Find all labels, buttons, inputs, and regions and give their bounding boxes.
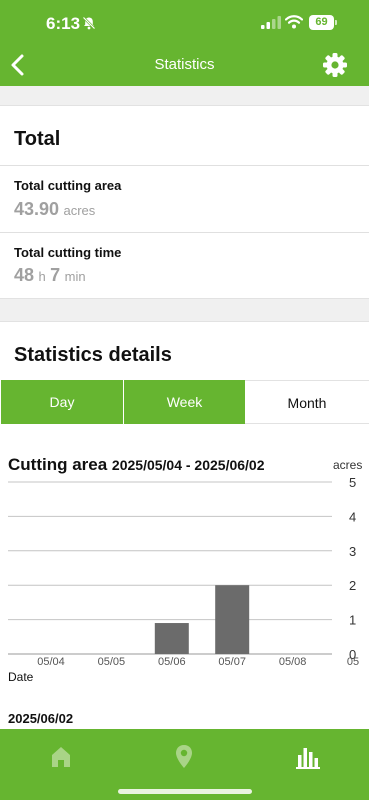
chart-x-label: Date <box>8 670 34 684</box>
bar-chart-icon[interactable] <box>287 737 327 777</box>
time-hours-unit: h <box>38 269 46 284</box>
divider <box>0 165 369 166</box>
segment-month[interactable]: Month <box>245 380 369 424</box>
y-tick-label: 2 <box>349 578 356 593</box>
home-icon[interactable] <box>41 737 81 777</box>
battery-indicator: 69 <box>309 15 337 30</box>
gear-icon[interactable] <box>322 52 348 78</box>
total-area-label: Total cutting area <box>14 178 122 193</box>
section-spacer <box>0 298 369 322</box>
total-area-value: 43.90 acres <box>14 199 95 220</box>
x-tick-label: 05/07 <box>218 656 246 668</box>
y-tick-label: 5 <box>349 475 356 490</box>
time-hours: 48 <box>14 265 35 285</box>
page-title: Statistics <box>154 56 215 73</box>
y-tick-label: 1 <box>349 613 356 628</box>
segment-day[interactable]: Day <box>1 380 123 424</box>
bar[interactable] <box>154 623 189 654</box>
selected-date: 2025/06/02 <box>8 711 74 726</box>
y-tick-label: 4 <box>349 509 356 524</box>
total-section-title: Total <box>14 128 61 150</box>
details-section-title: Statistics details <box>14 344 172 366</box>
battery-tip <box>335 20 337 25</box>
total-time-label: Total cutting time <box>14 245 122 260</box>
divider <box>0 232 369 233</box>
signal-icon <box>261 16 281 29</box>
section-spacer <box>0 86 369 106</box>
status-time: 6:13 <box>46 14 81 33</box>
bell-off-icon <box>82 16 96 30</box>
status-bar: 6:13 69 <box>0 0 369 46</box>
battery-level: 69 <box>309 15 334 30</box>
x-tick-label: 05/05 <box>98 656 126 668</box>
y-tick-label: 3 <box>349 544 356 559</box>
x-tick-label: 05/04 <box>37 656 65 668</box>
area-unit: acres <box>63 203 96 218</box>
cutting-area-chart[interactable]: 54321005/04 05/05 05/06 05/07 05/08 05 <box>0 470 369 670</box>
x-tick-label: 05 <box>347 656 359 668</box>
wifi-icon <box>285 15 303 29</box>
x-tick-label: 05/08 <box>279 656 307 668</box>
segment-week[interactable]: Week <box>124 380 245 424</box>
x-tick-label: 05/06 <box>158 656 186 668</box>
location-pin-icon[interactable] <box>164 737 204 777</box>
total-time-value: 48 h 7 min <box>14 265 86 286</box>
nav-bar: Statistics <box>0 46 369 86</box>
time-minutes-unit: min <box>64 269 86 284</box>
time-minutes: 7 <box>50 265 61 285</box>
home-indicator <box>118 789 252 794</box>
area-number: 43.90 <box>14 199 60 219</box>
bar[interactable] <box>215 585 250 654</box>
